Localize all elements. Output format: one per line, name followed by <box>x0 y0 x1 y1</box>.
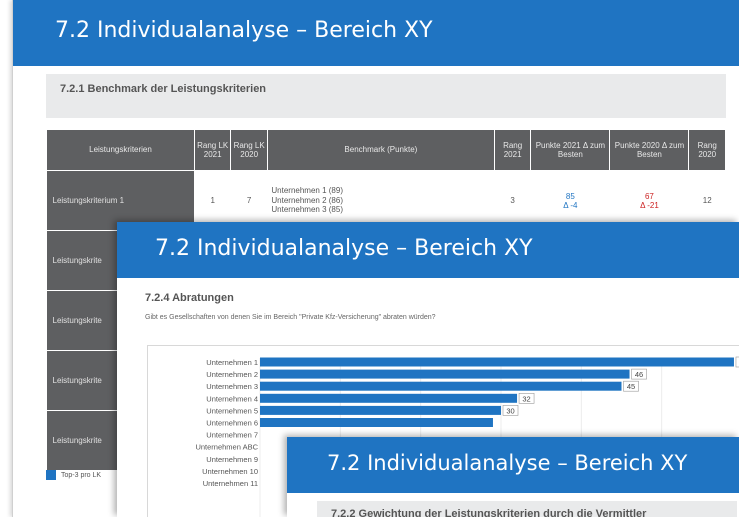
bar <box>260 357 734 367</box>
slide-gewichtung: 7.2 Individualanalyse – Bereich XY 7.2.2… <box>287 437 739 517</box>
category-label: Unternehmen 11 <box>203 479 258 488</box>
section-heading: 7.2.2 Gewichtung der Leistungskriterien … <box>317 501 737 517</box>
delta-2021: Δ -4 <box>563 200 578 210</box>
legend: Top-3 pro LK <box>46 470 101 480</box>
column-header: Punkte 2020 Δ zum Besten <box>609 129 690 171</box>
table-header-row: Leistungskriterien Rang LK 2021 Rang LK … <box>46 129 726 171</box>
slide-title-banner: 7.2 Individualanalyse – Bereich XY <box>13 0 739 66</box>
value-label: 30 <box>506 406 514 415</box>
bar <box>260 369 630 379</box>
bar <box>260 393 518 403</box>
category-label: Unternehmen 3 <box>206 382 258 391</box>
category-label: Unternehmen 4 <box>206 394 258 403</box>
value-label: 45 <box>627 382 635 391</box>
bar <box>260 381 622 391</box>
benchmark-entry: Unternehmen 1 (89) <box>271 186 343 196</box>
legend-label: Top-3 pro LK <box>61 471 102 479</box>
bar <box>260 405 501 415</box>
category-label: Unternehmen 5 <box>206 406 258 415</box>
slide-title-banner: 7.2 Individualanalyse – Bereich XY <box>117 222 739 278</box>
section-heading: 7.2.1 Benchmark der Leistungskriterien <box>46 74 726 118</box>
delta-2020: Δ -21 <box>640 200 659 210</box>
legend-swatch <box>46 470 56 480</box>
value-label: 46 <box>635 370 643 379</box>
column-header: Leistungskriterien <box>46 129 195 171</box>
column-header: Rang LK 2021 <box>193 129 232 171</box>
column-header: Rang 2021 <box>493 129 532 171</box>
category-label: Unternehmen 6 <box>206 419 258 428</box>
value-label: 32 <box>522 394 530 403</box>
column-header: Rang LK 2020 <box>230 129 268 171</box>
slide-title-banner: 7.2 Individualanalyse – Bereich XY <box>287 437 739 493</box>
category-label: Unternehmen 2 <box>206 370 258 379</box>
points-2021: 85 <box>565 191 575 201</box>
category-label: Unternehmen 1 <box>206 358 258 367</box>
points-2020: 67 <box>644 191 654 201</box>
category-label: Unternehmen ABC <box>195 443 258 452</box>
category-label: Unternehmen 10 <box>202 467 258 476</box>
category-label: Unternehmen 9 <box>206 455 258 464</box>
survey-question: Gibt es Gesellschaften von denen Sie im … <box>145 314 436 321</box>
benchmark-entry: Unternehmen 3 (85) <box>271 205 343 215</box>
bar <box>260 418 493 427</box>
column-header: Rang 2020 <box>688 129 726 171</box>
section-heading: 7.2.4 Abratungen <box>145 292 234 304</box>
column-header: Benchmark (Punkte) <box>266 129 495 171</box>
benchmark-entry: Unternehmen 2 (86) <box>271 195 343 205</box>
category-label: Unternehmen 7 <box>206 431 258 440</box>
column-header: Punkte 2021 Δ zum Besten <box>530 129 611 171</box>
